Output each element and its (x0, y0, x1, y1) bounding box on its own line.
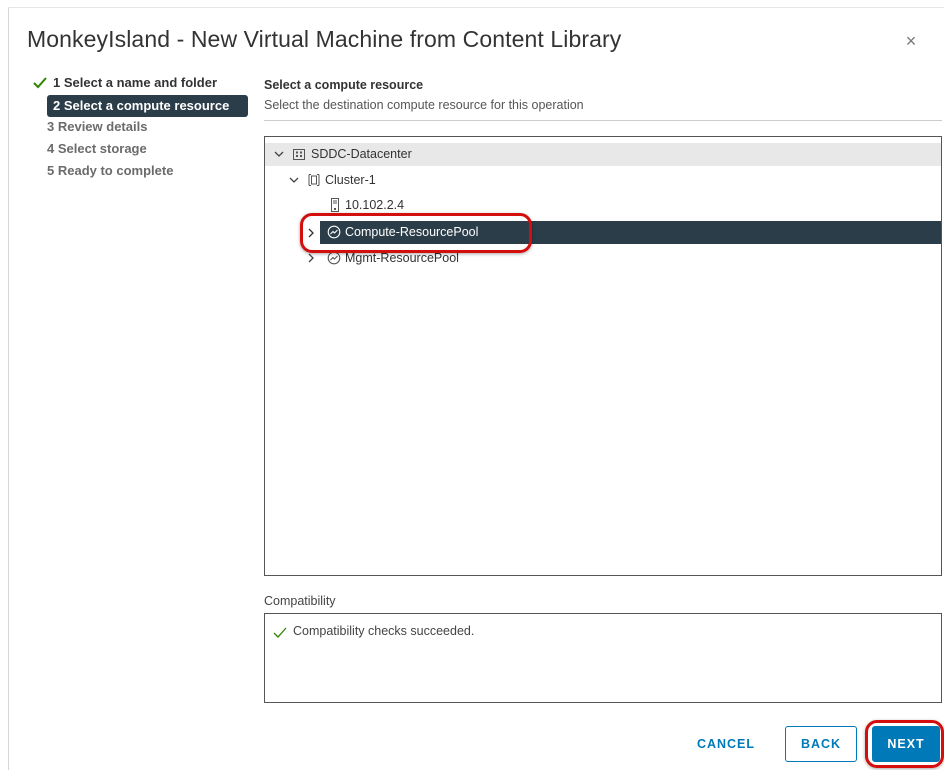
section-description: Select the destination compute resource … (264, 98, 584, 112)
next-button[interactable]: NEXT (872, 726, 940, 762)
step-label: 2 Select a compute resource (53, 98, 230, 113)
tree-node-datacenter[interactable]: SDDC-Datacenter (265, 143, 941, 166)
tree-node-cluster[interactable]: Cluster-1 (265, 169, 941, 192)
chevron-down-icon[interactable] (289, 175, 299, 185)
cluster-icon (308, 174, 320, 186)
step-label: 5 Ready to complete (47, 163, 174, 178)
tree-node-compute-resourcepool[interactable]: Compute-ResourcePool (320, 221, 941, 244)
check-icon (33, 77, 47, 89)
divider (264, 120, 942, 121)
compatibility-label: Compatibility (264, 594, 336, 608)
back-button[interactable]: BACK (785, 726, 857, 762)
tree-node-label: SDDC-Datacenter (311, 147, 412, 161)
step-select-compute-resource[interactable]: 2 Select a compute resource (47, 95, 248, 117)
step-ready-to-complete: 5 Ready to complete (33, 161, 248, 183)
resource-pool-icon (327, 225, 341, 239)
step-review-details: 3 Review details (33, 117, 248, 139)
step-label: 4 Select storage (47, 141, 147, 156)
step-label: 1 Select a name and folder (53, 75, 218, 90)
chevron-right-icon[interactable] (306, 228, 316, 238)
section-title: Select a compute resource (264, 78, 424, 92)
host-icon (331, 198, 339, 212)
tree-node-host[interactable]: 10.102.2.4 (265, 194, 941, 217)
tree-node-label: Mgmt-ResourcePool (345, 251, 459, 265)
resource-pool-icon (327, 251, 341, 265)
wizard-steps: 1 Select a name and folder 2 Select a co… (33, 73, 248, 183)
step-label: 3 Review details (47, 119, 148, 134)
compute-resource-tree[interactable]: SDDC-Datacenter Cluster-1 10.102.2.4 Com… (264, 136, 942, 576)
cancel-button[interactable]: CANCEL (686, 726, 766, 762)
chevron-down-icon[interactable] (274, 149, 284, 159)
close-icon[interactable]: × (902, 32, 920, 50)
compatibility-panel: Compatibility checks succeeded. (264, 613, 942, 703)
tree-node-mgmt-resourcepool[interactable]: Mgmt-ResourcePool (265, 247, 941, 270)
tree-node-label: Cluster-1 (325, 173, 376, 187)
datacenter-icon (293, 149, 305, 160)
step-select-name-folder[interactable]: 1 Select a name and folder (33, 73, 248, 95)
step-select-storage: 4 Select storage (33, 139, 248, 161)
check-icon (273, 627, 287, 638)
tree-node-label: 10.102.2.4 (345, 198, 405, 212)
tree-node-label: Compute-ResourcePool (345, 225, 479, 239)
compatibility-message: Compatibility checks succeeded. (293, 624, 475, 638)
dialog-title: MonkeyIsland - New Virtual Machine from … (27, 26, 622, 52)
chevron-right-icon[interactable] (306, 253, 316, 263)
